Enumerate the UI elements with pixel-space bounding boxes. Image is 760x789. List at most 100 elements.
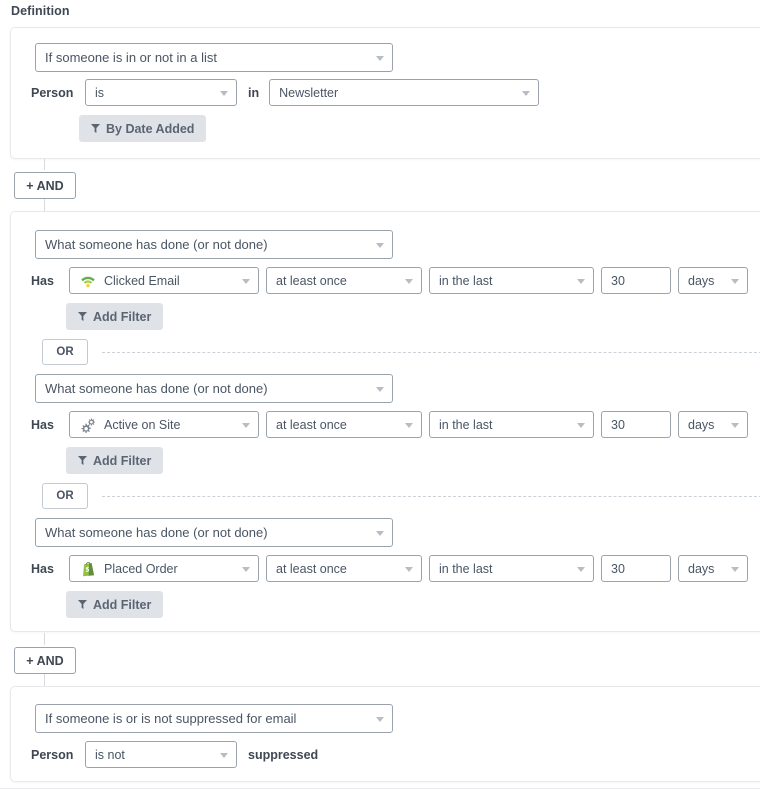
- chevron-down-icon: [405, 278, 413, 284]
- funnel-icon: [78, 312, 87, 321]
- amount-value-1: 30: [611, 273, 625, 288]
- timeframe-select-2[interactable]: in the last: [429, 411, 594, 438]
- suppression-row: Person is not suppressed: [31, 741, 318, 768]
- connector-spine-1: [44, 158, 45, 170]
- gears-icon: [79, 416, 96, 433]
- amount-input-2[interactable]: 30: [601, 411, 671, 438]
- or-dashed-line-2: [102, 495, 760, 497]
- or-button-2[interactable]: OR: [42, 483, 88, 509]
- or-button-1[interactable]: OR: [42, 339, 88, 365]
- suppressed-suffix-label: suppressed: [248, 747, 319, 762]
- activity-row-2: Has Active on Site at least once in the …: [31, 411, 748, 438]
- frequency-select-2[interactable]: at least once: [266, 411, 422, 438]
- or-label-1: OR: [56, 346, 74, 358]
- chevron-down-icon: [220, 752, 228, 758]
- suppression-operator-value: is not: [95, 747, 125, 762]
- timeframe-select-1[interactable]: in the last: [429, 267, 594, 294]
- chevron-down-icon: [376, 530, 384, 536]
- funnel-icon: [78, 456, 87, 465]
- activity-row-3: Has Placed Order at least once in the la…: [31, 555, 748, 582]
- condition-type-value-4: What someone has done (or not done): [45, 525, 268, 540]
- timeframe-value-1: in the last: [439, 273, 493, 288]
- metric-value-3: Placed Order: [104, 561, 178, 576]
- metric-select-2[interactable]: Active on Site: [69, 411, 259, 438]
- verb-label-3: Has: [31, 561, 54, 576]
- timeframe-value-2: in the last: [439, 417, 493, 432]
- unit-value-3: days: [688, 561, 715, 576]
- list-select[interactable]: Newsletter: [269, 79, 540, 106]
- joiner-label-in: in: [248, 85, 260, 100]
- condition-type-select-3[interactable]: What someone has done (or not done): [35, 374, 393, 403]
- condition-type-select-5[interactable]: If someone is or is not suppressed for e…: [35, 704, 393, 733]
- add-and-button-1[interactable]: + AND: [14, 172, 76, 199]
- add-filter-label-3: Add Filter: [93, 597, 152, 612]
- condition-type-value-1: If someone is in or not in a list: [45, 50, 217, 65]
- add-filter-button-2[interactable]: Add Filter: [66, 447, 164, 474]
- page-title: Definition: [11, 4, 70, 18]
- condition-type-value-2: What someone has done (or not done): [45, 237, 268, 252]
- condition-type-value-5: If someone is or is not suppressed for e…: [45, 711, 297, 726]
- chevron-down-icon: [242, 566, 250, 572]
- add-and-button-2[interactable]: + AND: [14, 647, 76, 674]
- condition-type-select-2[interactable]: What someone has done (or not done): [35, 230, 393, 259]
- connector-spine-2: [44, 199, 45, 211]
- add-filter-label-1: Add Filter: [93, 309, 152, 324]
- condition-type-select-1[interactable]: If someone is in or not in a list: [35, 43, 393, 72]
- by-date-added-button[interactable]: By Date Added: [79, 115, 207, 142]
- chevron-down-icon: [577, 566, 585, 572]
- metric-value-1: Clicked Email: [104, 273, 180, 288]
- subject-label-1: Person: [31, 85, 74, 100]
- frequency-select-1[interactable]: at least once: [266, 267, 422, 294]
- unit-value-1: days: [688, 273, 715, 288]
- frequency-select-3[interactable]: at least once: [266, 555, 422, 582]
- activity-row-1: Has Clicked Email at least once in the l…: [31, 267, 748, 294]
- metric-value-2: Active on Site: [104, 417, 181, 432]
- timeframe-value-3: in the last: [439, 561, 493, 576]
- condition-card-activity: What someone has done (or not done) Has …: [10, 211, 760, 632]
- timeframe-select-3[interactable]: in the last: [429, 555, 594, 582]
- condition-type-select-4[interactable]: What someone has done (or not done): [35, 518, 393, 547]
- subject-label-2: Person: [31, 747, 74, 762]
- amount-input-1[interactable]: 30: [601, 267, 671, 294]
- membership-operator-value: is: [95, 85, 105, 100]
- or-divider-1: OR: [42, 339, 760, 365]
- membership-operator-select[interactable]: is: [85, 79, 237, 106]
- list-membership-row: Person is in Newsletter: [31, 79, 540, 106]
- chevron-down-icon: [731, 422, 739, 428]
- amount-value-3: 30: [611, 561, 625, 576]
- funnel-icon: [78, 600, 87, 609]
- verb-label-1: Has: [31, 273, 54, 288]
- frequency-value-3: at least once: [276, 561, 347, 576]
- verb-label-2: Has: [31, 417, 54, 432]
- chevron-down-icon: [577, 278, 585, 284]
- condition-card-list-membership: If someone is in or not in a list Person…: [10, 27, 760, 159]
- segment-definition-builder: Definition If someone is in or not in a …: [0, 0, 760, 789]
- unit-select-2[interactable]: days: [678, 411, 748, 438]
- add-and-label-2: + AND: [26, 653, 64, 668]
- chevron-down-icon: [376, 55, 384, 61]
- connector-spine-4: [44, 674, 45, 686]
- suppression-operator-select[interactable]: is not: [85, 741, 237, 768]
- chevron-down-icon: [577, 422, 585, 428]
- unit-select-3[interactable]: days: [678, 555, 748, 582]
- metric-select-3[interactable]: Placed Order: [69, 555, 259, 582]
- frequency-value-1: at least once: [276, 273, 347, 288]
- shopify-bag-icon: [79, 560, 96, 577]
- chevron-down-icon: [376, 242, 384, 248]
- by-date-added-label: By Date Added: [106, 121, 195, 136]
- add-filter-button-1[interactable]: Add Filter: [66, 303, 164, 330]
- chevron-down-icon: [376, 716, 384, 722]
- list-value: Newsletter: [279, 85, 339, 100]
- condition-card-suppression: If someone is or is not suppressed for e…: [10, 686, 760, 782]
- chevron-down-icon: [405, 422, 413, 428]
- unit-select-1[interactable]: days: [678, 267, 748, 294]
- chevron-down-icon: [376, 386, 384, 392]
- or-divider-2: OR: [42, 483, 760, 509]
- amount-input-3[interactable]: 30: [601, 555, 671, 582]
- metric-select-1[interactable]: Clicked Email: [69, 267, 259, 294]
- chevron-down-icon: [242, 422, 250, 428]
- chevron-down-icon: [731, 278, 739, 284]
- add-filter-button-3[interactable]: Add Filter: [66, 591, 164, 618]
- chevron-down-icon: [405, 566, 413, 572]
- frequency-value-2: at least once: [276, 417, 347, 432]
